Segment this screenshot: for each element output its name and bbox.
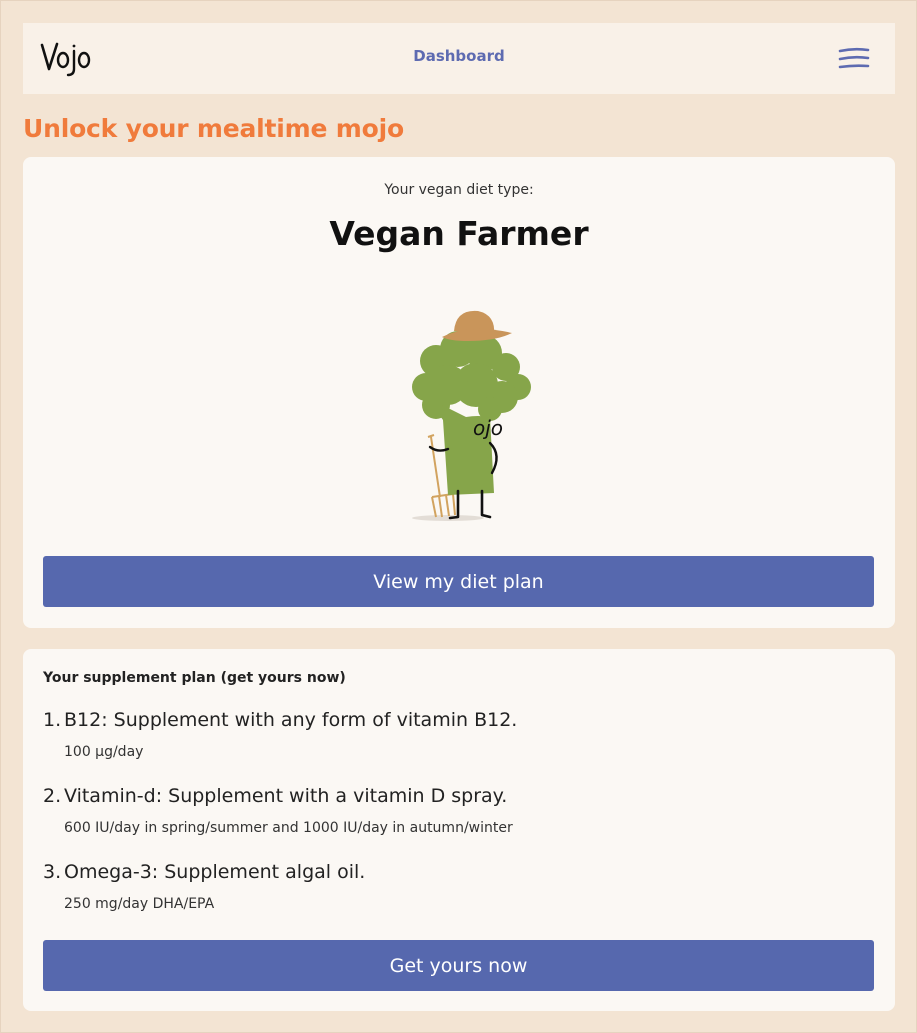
supplement-dose: 250 mg/day DHA/EPA (64, 896, 215, 912)
supplement-list: 1. B12: Supplement with any form of vita… (43, 707, 863, 935)
diet-type-name: Vegan Farmer (329, 214, 589, 253)
farmer-hat-icon (442, 310, 512, 341)
top-navbar: Dashboard (23, 23, 895, 94)
supplement-title: Vitamin-d: Supplement with a vitamin D s… (64, 785, 508, 807)
view-diet-plan-button[interactable]: View my diet plan (43, 556, 874, 607)
supplement-number: 2. (43, 785, 62, 807)
hamburger-icon[interactable] (838, 46, 870, 72)
broccoli-farmer-illustration: ojo (412, 310, 531, 521)
supplement-item-b12: 1. B12: Supplement with any form of vita… (43, 707, 863, 783)
diet-type-label: Your vegan diet type: (384, 182, 534, 198)
page-title: Unlock your mealtime mojo (23, 114, 404, 143)
mascot-logo-text: ojo (473, 416, 503, 440)
supplement-title: B12: Supplement with any form of vitamin… (64, 709, 518, 731)
get-yours-now-button[interactable]: Get yours now (43, 940, 874, 991)
supplement-plan-heading: Your supplement plan (get yours now) (43, 670, 346, 686)
supplement-dose: 600 IU/day in spring/summer and 1000 IU/… (64, 820, 513, 836)
supplement-item-omega-3: 3. Omega-3: Supplement algal oil. 250 mg… (43, 859, 863, 935)
supplement-item-vitamin-d: 2. Vitamin-d: Supplement with a vitamin … (43, 783, 863, 859)
supplement-number: 3. (43, 861, 62, 883)
supplement-dose: 100 μg/day (64, 744, 144, 760)
diet-type-card: Your vegan diet type: Vegan Farmer ojo V… (23, 157, 895, 628)
supplement-title: Omega-3: Supplement algal oil. (64, 861, 366, 883)
supplement-number: 1. (43, 709, 62, 731)
supplement-plan-card: Your supplement plan (get yours now) 1. … (23, 649, 895, 1011)
nav-dashboard-link[interactable]: Dashboard (23, 47, 895, 65)
